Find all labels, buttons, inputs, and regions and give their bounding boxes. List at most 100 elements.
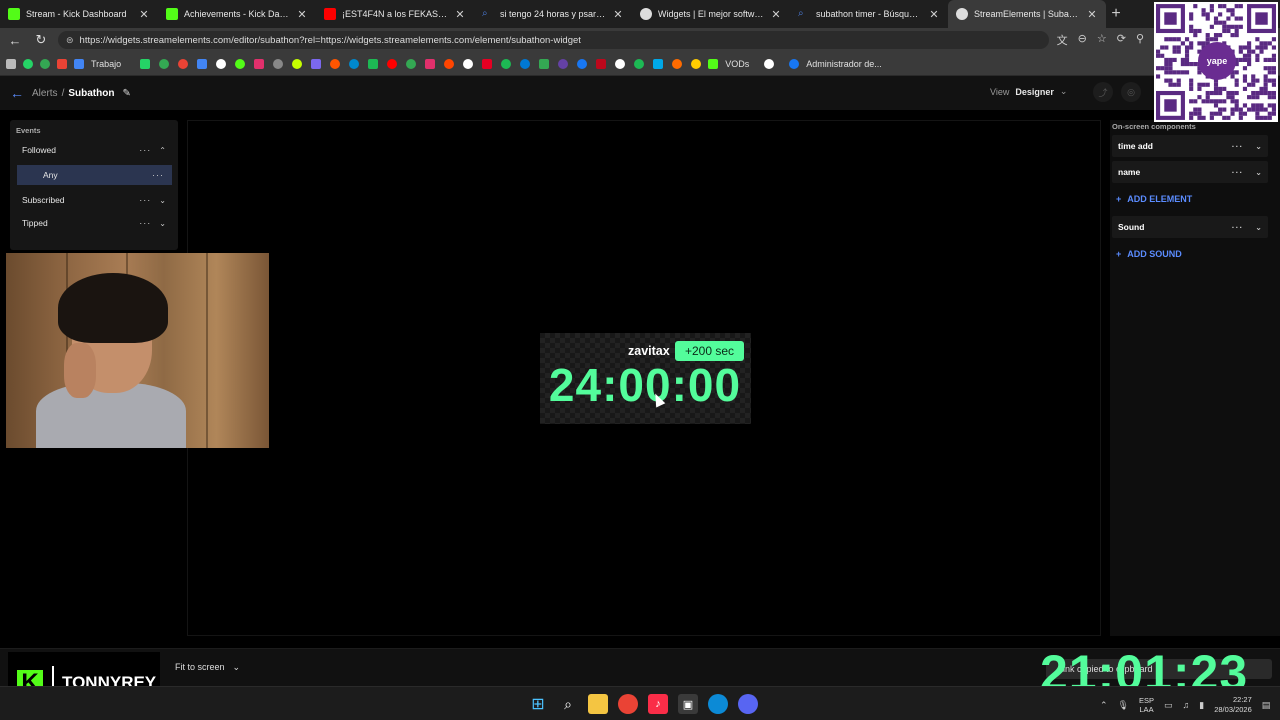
bookmark-favicon-icon[interactable] <box>368 58 379 69</box>
more-options-icon[interactable]: ··· <box>1232 167 1244 177</box>
chevron-down-icon[interactable]: ⌄ <box>159 219 166 228</box>
translate-icon[interactable]: 文 <box>1057 32 1068 48</box>
bookmark-favicon-icon[interactable] <box>311 58 322 69</box>
bookmark-favicon-icon[interactable] <box>425 58 436 69</box>
file-explorer-icon[interactable] <box>588 694 608 714</box>
chevron-down-icon[interactable]: ⌄ <box>1255 168 1262 177</box>
bookmark-favicon-icon[interactable] <box>178 58 189 69</box>
profile-icon[interactable]: ⚲ <box>1136 32 1144 48</box>
bookmark-favicon-icon[interactable] <box>520 58 531 69</box>
bookmark-favicon-icon[interactable] <box>558 58 569 69</box>
bookmark-favicon-icon[interactable] <box>444 58 455 69</box>
network-icon[interactable]: ▭ <box>1164 700 1173 711</box>
notifications-icon[interactable]: ▤ <box>1262 700 1271 711</box>
browser-tab-active[interactable]: StreamElements | Subathon Editor✕ <box>948 0 1106 28</box>
bookmark-favicon-icon[interactable] <box>634 58 645 69</box>
close-icon[interactable]: ✕ <box>138 8 150 21</box>
chrome-icon[interactable] <box>618 694 638 714</box>
event-subscribed[interactable]: Subscribed ··· ⌄ <box>14 190 174 210</box>
battery-icon[interactable]: ▮ <box>1199 700 1204 711</box>
add-element-button[interactable]: + ADD ELEMENT <box>1116 194 1192 204</box>
whatsapp-bookmark-icon[interactable] <box>23 58 33 69</box>
chevron-up-icon[interactable]: ⌃ <box>159 146 166 155</box>
browser-tab[interactable]: ⌕si tengo 24 horas y psaron 2horas✕ <box>474 0 632 28</box>
reload-icon[interactable]: ↻ <box>32 32 50 48</box>
widget-timer[interactable]: 24:00:00 <box>545 357 745 413</box>
bookmark-favicon-icon[interactable] <box>254 58 265 69</box>
favorite-star-icon[interactable]: ☆ <box>1097 32 1107 48</box>
close-icon[interactable]: ✕ <box>296 8 308 21</box>
reader-icon[interactable]: ⊖ <box>1078 32 1087 48</box>
language-indicator[interactable]: ESP LAA <box>1139 696 1154 714</box>
bookmark-favicon-icon[interactable] <box>216 58 227 69</box>
gmail-bookmark-icon[interactable] <box>57 58 67 69</box>
more-options-icon[interactable]: ··· <box>1232 222 1244 232</box>
pencil-icon[interactable]: ✎ <box>122 88 130 99</box>
vods-bookmark-icon[interactable] <box>708 58 719 69</box>
system-clock[interactable]: 22:27 28/03/2026 <box>1214 695 1252 715</box>
bookmark-favicon-icon[interactable] <box>273 58 284 69</box>
edge-icon[interactable] <box>708 694 728 714</box>
bookmark-favicon-icon[interactable] <box>292 58 303 69</box>
bookmark-favicon-icon[interactable] <box>596 58 607 69</box>
more-options-icon[interactable]: ··· <box>139 195 151 205</box>
chevron-down-icon[interactable]: ⌄ <box>159 196 166 205</box>
back-arrow-icon[interactable]: ← <box>10 85 24 101</box>
close-icon[interactable]: ✕ <box>928 8 940 21</box>
event-followed-any[interactable]: Any ··· <box>17 165 172 185</box>
drive-bookmark-icon[interactable] <box>40 58 50 69</box>
tray-chevron-up-icon[interactable]: ⌃ <box>1100 700 1108 711</box>
collections-icon[interactable] <box>6 58 16 69</box>
site-info-icon[interactable]: ⊜ <box>66 35 74 46</box>
volume-icon[interactable]: ♫ <box>1183 700 1190 710</box>
extensions-icon[interactable]: ⟳ <box>1117 32 1126 48</box>
bookmark-favicon-icon[interactable] <box>159 58 170 69</box>
bookmark-favicon-icon[interactable] <box>349 58 360 69</box>
bookmark-favicon-icon[interactable] <box>539 58 550 69</box>
discord-icon[interactable] <box>738 694 758 714</box>
bookmark-favicon-icon[interactable] <box>691 58 702 69</box>
component-sound[interactable]: Sound ··· ⌄ <box>1112 216 1268 238</box>
music-app-icon[interactable]: ♪ <box>648 694 668 714</box>
close-icon[interactable]: ✕ <box>770 8 782 21</box>
obs-icon[interactable]: ▣ <box>678 694 698 714</box>
bookmark-favicon-icon[interactable] <box>197 58 208 69</box>
diamond-bookmark-icon[interactable] <box>764 58 775 69</box>
bookmark-favicon-icon[interactable] <box>387 58 398 69</box>
browser-tab[interactable]: Achievements - Kick Dashboard✕ <box>158 0 316 28</box>
bookmark-favicon-icon[interactable] <box>330 58 341 69</box>
bookmark-favicon-icon[interactable] <box>653 58 664 69</box>
browser-tab[interactable]: Stream - Kick Dashboard ✕ <box>0 0 158 28</box>
preview-icon[interactable]: ◎ <box>1121 82 1141 102</box>
close-icon[interactable]: ✕ <box>1086 8 1098 21</box>
bookmark-favicon-icon[interactable] <box>235 58 246 69</box>
back-arrow-icon[interactable]: ← <box>6 33 24 48</box>
bookmark-favicon-icon[interactable] <box>577 58 588 69</box>
browser-tab[interactable]: Widgets | El mejor software para p✕ <box>632 0 790 28</box>
share-icon[interactable]: ⤴ <box>1093 82 1113 102</box>
bookmark-vods[interactable]: VODs <box>725 59 749 69</box>
view-selector[interactable]: View Designer ⌄ <box>990 86 1067 97</box>
search-icon[interactable]: ⌕ <box>558 694 578 714</box>
widget-username[interactable]: zavitax <box>628 344 670 358</box>
bookmark-trabajo[interactable]: Trabajo <box>91 59 121 69</box>
bookmark-favicon-icon[interactable] <box>501 58 512 69</box>
add-sound-button[interactable]: + ADD SOUND <box>1116 249 1182 259</box>
chevron-down-icon[interactable]: ⌄ <box>1255 142 1262 151</box>
chevron-down-icon[interactable]: ⌄ <box>1255 223 1262 232</box>
meta-bookmark-icon[interactable] <box>789 58 800 69</box>
bookmark-favicon-icon[interactable] <box>406 58 417 69</box>
url-field[interactable]: ⊜ https://widgets.streamelements.com/edi… <box>58 31 1049 49</box>
bookmark-admin[interactable]: Administrador de... <box>806 59 882 69</box>
event-tipped[interactable]: Tipped ··· ⌄ <box>14 213 174 233</box>
bookmark-favicon-icon[interactable] <box>482 58 493 69</box>
component-time-add[interactable]: time add ··· ⌄ <box>1112 135 1268 157</box>
more-options-icon[interactable]: ··· <box>139 145 151 155</box>
microphone-icon[interactable]: 🎙 <box>1118 700 1129 711</box>
bookmark-favicon-icon[interactable] <box>463 58 474 69</box>
more-options-icon[interactable]: ··· <box>139 218 151 228</box>
browser-tab[interactable]: ⌕ subathon timer - Búsqueda ✕ <box>790 0 948 28</box>
more-options-icon[interactable]: ··· <box>152 170 164 180</box>
bookmark-favicon-icon[interactable] <box>140 58 151 69</box>
new-tab-icon[interactable]: + <box>1106 0 1126 28</box>
